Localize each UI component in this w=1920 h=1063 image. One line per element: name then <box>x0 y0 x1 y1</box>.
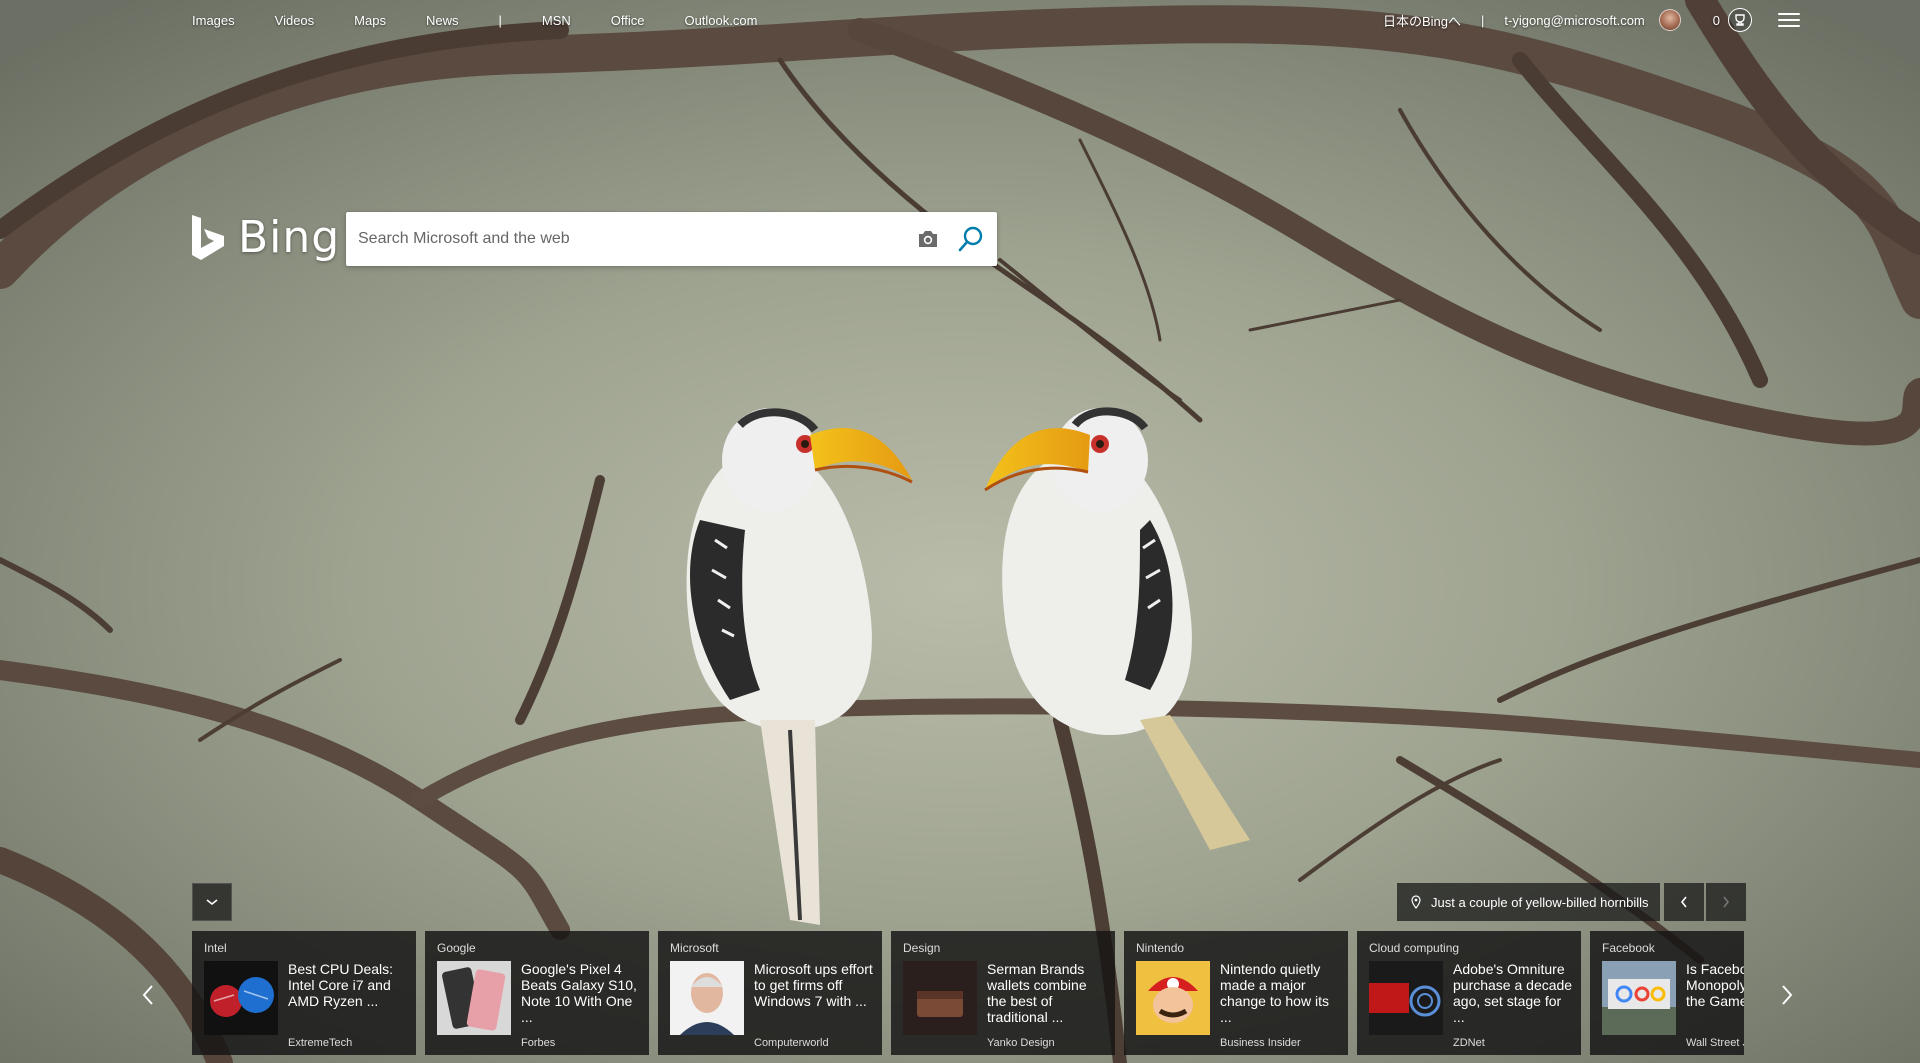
nav-separator: | <box>498 12 502 28</box>
news-headline: Microsoft ups effort to get firms off Wi… <box>754 961 873 1009</box>
nav-msn-link[interactable]: MSN <box>542 13 571 28</box>
news-category: Facebook <box>1602 941 1655 955</box>
news-carousel: Intel Best CPU Deals: Intel Core i7 and … <box>192 931 1744 1055</box>
japan-bing-link[interactable]: 日本のBingへ <box>1383 11 1461 30</box>
location-pin-icon <box>1411 895 1421 909</box>
news-card[interactable]: Design Serman Brands wallets combine the… <box>891 931 1115 1055</box>
account-separator: | <box>1481 12 1485 28</box>
account-email[interactable]: t-yigong@microsoft.com <box>1504 13 1644 28</box>
search-box <box>346 212 997 266</box>
mario-icon <box>1136 961 1210 1035</box>
news-category: Intel <box>204 941 227 955</box>
brand-name: Bing <box>238 212 341 263</box>
nav-maps-link[interactable]: Maps <box>354 13 386 28</box>
news-category: Design <box>903 941 941 955</box>
camera-icon[interactable] <box>915 226 941 252</box>
avatar[interactable] <box>1658 9 1681 31</box>
news-next-button[interactable] <box>1775 975 1799 1015</box>
news-headline: Serman Brands wallets combine the best o… <box>987 961 1087 1025</box>
chevron-right-icon <box>1723 896 1730 908</box>
news-prev-button[interactable] <box>136 975 160 1015</box>
news-category: Cloud computing <box>1369 941 1460 955</box>
news-card[interactable]: Intel Best CPU Deals: Intel Core i7 and … <box>192 931 416 1055</box>
nav-outlook-link[interactable]: Outlook.com <box>684 13 757 28</box>
account-bar: 日本のBingへ | t-yigong@microsoft.com 0 <box>1383 8 1800 32</box>
news-source: Forbes <box>521 1037 556 1049</box>
nav-videos-link[interactable]: Videos <box>275 13 315 28</box>
cloud-icon <box>1369 961 1443 1035</box>
trophy-icon <box>1728 8 1752 32</box>
chevron-left-icon <box>1680 896 1687 908</box>
nav-office-link[interactable]: Office <box>611 13 645 28</box>
news-source: Yanko Design <box>987 1037 1055 1049</box>
image-caption-text: Just a couple of yellow-billed hornbills <box>1431 894 1649 910</box>
nav-images-link[interactable]: Images <box>192 13 235 28</box>
news-category: Microsoft <box>670 941 719 955</box>
news-headline: Is Facebook a Monopoly Winning the Game? <box>1686 961 1744 1009</box>
top-nav: Images Videos Maps News | MSN Office Out… <box>192 10 797 30</box>
news-source: Business Insider <box>1220 1037 1301 1049</box>
news-card[interactable]: Google Google's Pixel 4 Beats Galaxy S10… <box>425 931 649 1055</box>
collapse-news-button[interactable] <box>192 883 232 921</box>
chevron-right-icon <box>1782 985 1793 1005</box>
news-source: ZDNet <box>1453 1037 1485 1049</box>
nav-news-link[interactable]: News <box>426 13 459 28</box>
news-headline: Google's Pixel 4 Beats Galaxy S10, Note … <box>521 961 637 1025</box>
google-sign-icon <box>1602 961 1676 1035</box>
news-card[interactable]: Cloud computing Adobe's Omniture purchas… <box>1357 931 1581 1055</box>
wallet-icon <box>903 961 977 1035</box>
news-category: Google <box>437 941 476 955</box>
news-card[interactable]: Facebook Is Facebook a Monopoly Winning … <box>1590 931 1744 1055</box>
news-headline: Best CPU Deals: Intel Core i7 and AMD Ry… <box>288 961 394 1009</box>
previous-image-button[interactable] <box>1664 883 1704 921</box>
search-icon[interactable] <box>955 223 987 255</box>
cpu-icon <box>204 961 278 1035</box>
rewards-count: 0 <box>1712 12 1720 28</box>
rewards-button[interactable]: 0 <box>1713 8 1752 32</box>
news-source: ExtremeTech <box>288 1037 353 1049</box>
menu-icon[interactable] <box>1778 13 1800 27</box>
news-source: Computerworld <box>754 1037 829 1049</box>
news-category: Nintendo <box>1136 941 1185 955</box>
chevron-down-icon <box>206 899 218 906</box>
news-headline: Adobe's Omniture purchase a decade ago, … <box>1453 961 1573 1025</box>
next-image-button[interactable] <box>1706 883 1746 921</box>
bing-logo[interactable]: Bing <box>190 212 340 263</box>
portrait-icon <box>670 961 744 1035</box>
bing-b-icon <box>192 214 224 260</box>
image-caption-button[interactable]: Just a couple of yellow-billed hornbills <box>1397 883 1660 921</box>
phone-icon <box>437 961 511 1035</box>
search-input[interactable] <box>346 212 915 266</box>
news-card[interactable]: Nintendo Nintendo quietly made a major c… <box>1124 931 1348 1055</box>
news-headline: Nintendo quietly made a major change to … <box>1220 961 1329 1025</box>
news-source: Wall Street J <box>1686 1037 1744 1049</box>
chevron-left-icon <box>142 985 153 1005</box>
news-card[interactable]: Microsoft Microsoft ups effort to get fi… <box>658 931 882 1055</box>
